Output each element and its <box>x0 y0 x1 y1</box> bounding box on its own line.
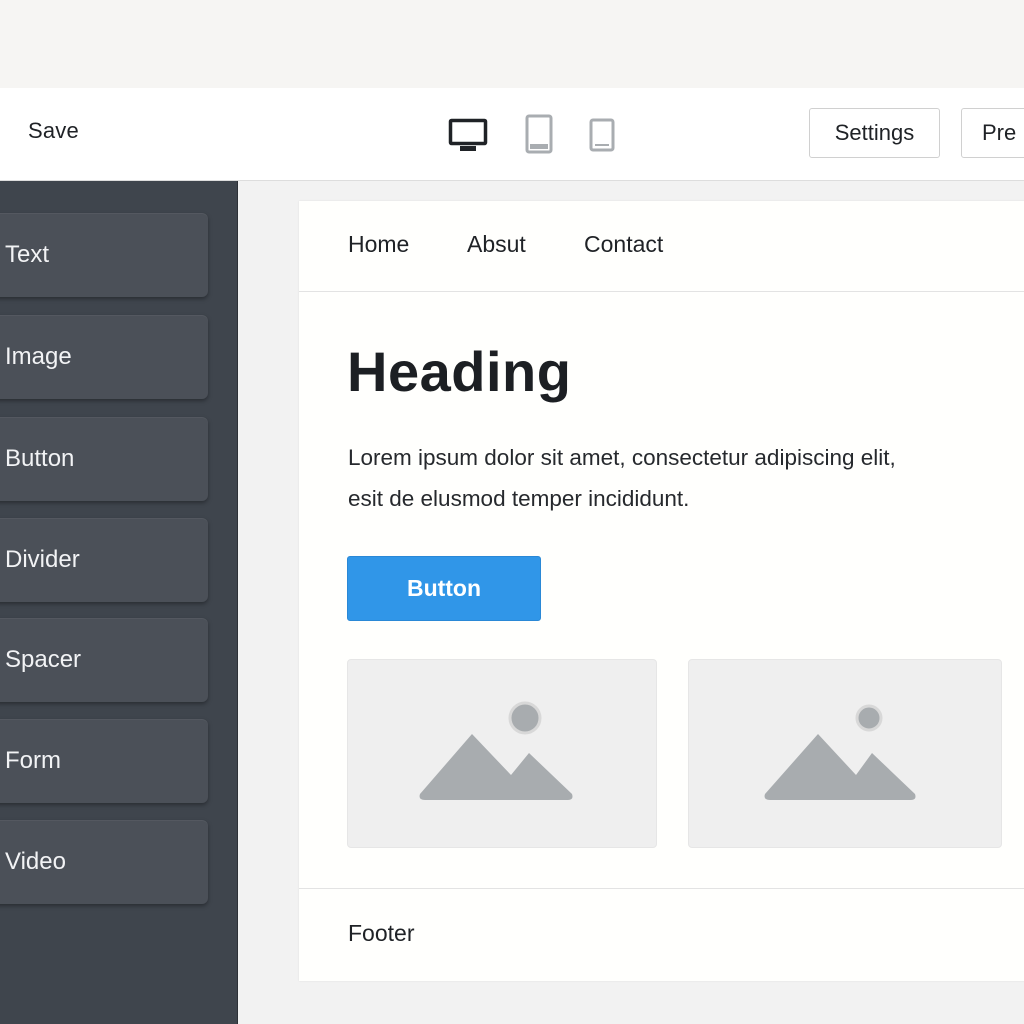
image-placeholder-icon <box>764 704 916 800</box>
editor-toolbar: Save Settings Pre <box>0 88 1024 181</box>
footer-text: Footer <box>348 920 415 946</box>
save-button[interactable]: Save <box>28 118 79 144</box>
sidebar-item-spacer[interactable]: Spacer <box>0 618 208 702</box>
sidebar-item-divider[interactable]: Divider <box>0 518 208 602</box>
nav-link-home[interactable]: Home <box>348 231 409 258</box>
sidebar-item-button[interactable]: Button <box>0 417 208 501</box>
tablet-icon[interactable] <box>525 114 553 154</box>
body-text-line: esit de elusmod temper incididunt. <box>348 486 690 511</box>
settings-button[interactable]: Settings <box>809 108 940 158</box>
mobile-icon[interactable] <box>589 118 615 152</box>
nav-link-contact[interactable]: Contact <box>584 231 663 258</box>
sidebar-item-label: Button <box>5 445 75 472</box>
preview-button[interactable]: Pre <box>961 108 1024 158</box>
page-body-text[interactable]: Lorem ipsum dolor sit amet, consectetur … <box>348 437 1008 519</box>
elements-sidebar: Text Image Button Divider Spacer Form Vi… <box>0 181 238 1024</box>
sidebar-item-video[interactable]: Video <box>0 820 208 904</box>
page-cta-button[interactable]: Button <box>347 556 541 621</box>
sidebar-item-label: Form <box>5 747 61 774</box>
sidebar-item-text[interactable]: Text <box>0 213 208 297</box>
nav-link-about[interactable]: Absut <box>467 231 526 258</box>
page-preview[interactable]: Home Absut Contact Heading Lorem ipsum d… <box>299 201 1024 981</box>
page-nav-bar[interactable]: Home Absut Contact <box>299 201 1024 292</box>
sidebar-item-label: Divider <box>5 546 80 573</box>
sidebar-item-image[interactable]: Image <box>0 315 208 399</box>
body-text-line: Lorem ipsum dolor sit amet, consectetur … <box>348 445 896 470</box>
image-placeholder[interactable] <box>688 659 1002 848</box>
editor-canvas: Home Absut Contact Heading Lorem ipsum d… <box>238 181 1024 1024</box>
page-heading[interactable]: Heading <box>347 339 571 404</box>
desktop-icon[interactable] <box>448 118 488 154</box>
image-placeholder-icon <box>419 701 573 800</box>
sidebar-item-form[interactable]: Form <box>0 719 208 803</box>
page-footer[interactable]: Footer <box>299 888 1024 981</box>
image-placeholder[interactable] <box>347 659 657 848</box>
sidebar-item-label: Image <box>5 343 72 370</box>
sidebar-item-label: Text <box>5 241 50 268</box>
sidebar-item-label: Spacer <box>5 646 82 673</box>
sidebar-item-label: Video <box>5 848 66 875</box>
window-top-strip <box>0 0 1024 88</box>
